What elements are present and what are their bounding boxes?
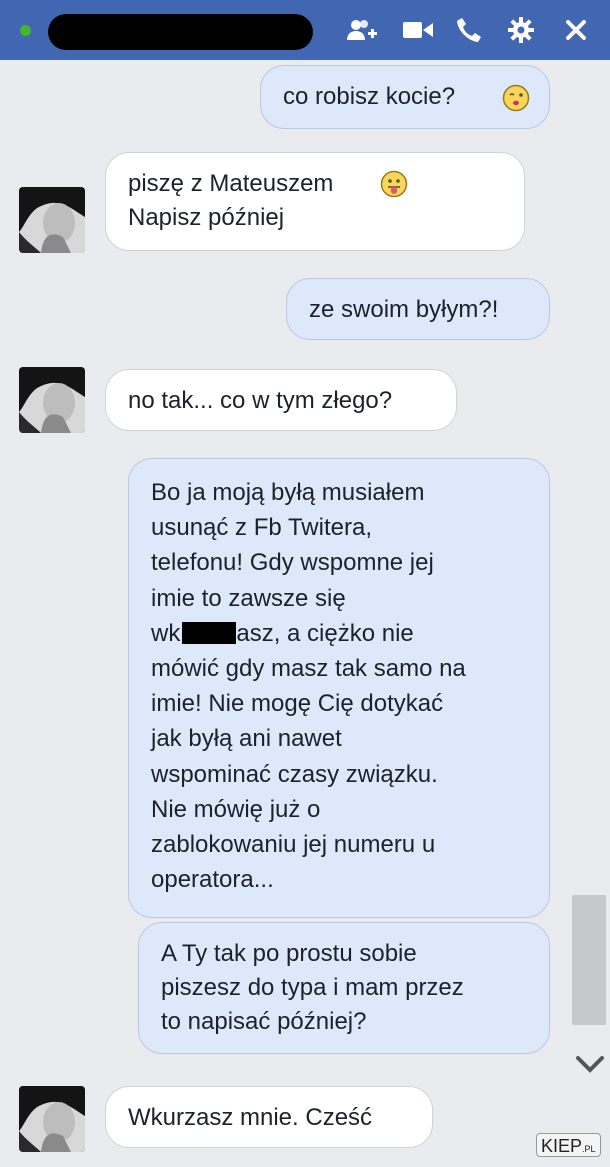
- redaction-bar: [182, 621, 237, 644]
- message-bubble-outgoing: co robisz kocie?: [260, 65, 550, 129]
- message-bubble-incoming: Wkurzasz mnie. Cześć: [105, 1086, 433, 1148]
- contact-avatar[interactable]: [19, 1086, 85, 1152]
- message-text: usunąć z Fb Twitera,: [151, 514, 372, 542]
- message-bubble-outgoing: Bo ja moją byłą musiałem usunąć z Fb Twi…: [128, 458, 550, 918]
- close-icon[interactable]: [560, 14, 592, 46]
- message-text: Nie mówię już o: [151, 795, 321, 823]
- phone-icon[interactable]: [453, 14, 485, 46]
- message-text-redacted-line: wk asz, a ciężko nie: [151, 616, 527, 651]
- contact-avatar[interactable]: [19, 187, 85, 253]
- message-text: no tak... co w tym złego?: [128, 387, 393, 414]
- kissing-face-emoji-icon: [502, 84, 530, 112]
- message-text: jak byłą ani nawet: [151, 725, 342, 753]
- message-text: ze swoim byłym?!: [309, 296, 499, 323]
- watermark-logo: KIEP.PL: [536, 1133, 601, 1157]
- contact-name-redacted[interactable]: [48, 14, 313, 50]
- message-text: A Ty tak po prostu sobie: [161, 940, 417, 967]
- chevron-down-icon[interactable]: [572, 1046, 608, 1082]
- add-people-icon[interactable]: [346, 14, 378, 46]
- message-text: Bo ja moją byłą musiałem: [151, 479, 425, 506]
- watermark-suffix: .PL: [582, 1144, 596, 1154]
- video-call-icon[interactable]: [402, 14, 434, 46]
- message-text: to napisać później?: [161, 1008, 367, 1035]
- online-status-dot: [20, 25, 31, 36]
- message-bubble-outgoing: A Ty tak po prostu sobie piszesz do typa…: [138, 922, 550, 1054]
- message-text: mówić gdy masz tak samo na: [151, 655, 466, 683]
- message-text: co robisz kocie?: [283, 83, 456, 110]
- message-text: zablokowaniu jej numeru u: [151, 831, 436, 859]
- watermark-text: KIEP: [541, 1136, 583, 1156]
- scrollbar-thumb[interactable]: [572, 895, 606, 1025]
- message-text: telefonu! Gdy wspomne jej: [151, 549, 434, 577]
- chat-header: [0, 0, 610, 60]
- message-text: piszesz do typa i mam przez: [161, 974, 464, 1001]
- message-text: Napisz później: [128, 204, 285, 231]
- message-text: wspominać czasy związku.: [151, 760, 438, 788]
- message-text: imie! Nie mogę Cię dotykać: [151, 690, 444, 718]
- contact-avatar[interactable]: [19, 367, 85, 433]
- message-list: co robisz kocie? piszę z Mateuszem Napis…: [0, 60, 610, 1167]
- message-bubble-incoming: no tak... co w tym złego?: [105, 369, 457, 431]
- message-text: wk: [151, 619, 181, 647]
- message-text: piszę z Mateuszem: [128, 170, 334, 197]
- gear-icon[interactable]: [505, 14, 537, 46]
- message-bubble-outgoing: ze swoim byłym?!: [286, 278, 550, 340]
- message-text: asz, a ciężko nie: [236, 619, 414, 647]
- message-text: imie to zawsze się: [151, 584, 346, 612]
- tongue-face-emoji-icon: [380, 170, 408, 198]
- message-bubble-incoming: piszę z Mateuszem Napisz później: [105, 152, 525, 251]
- message-text: Wkurzasz mnie. Cześć: [128, 1104, 373, 1131]
- message-text: operatora...: [151, 866, 274, 894]
